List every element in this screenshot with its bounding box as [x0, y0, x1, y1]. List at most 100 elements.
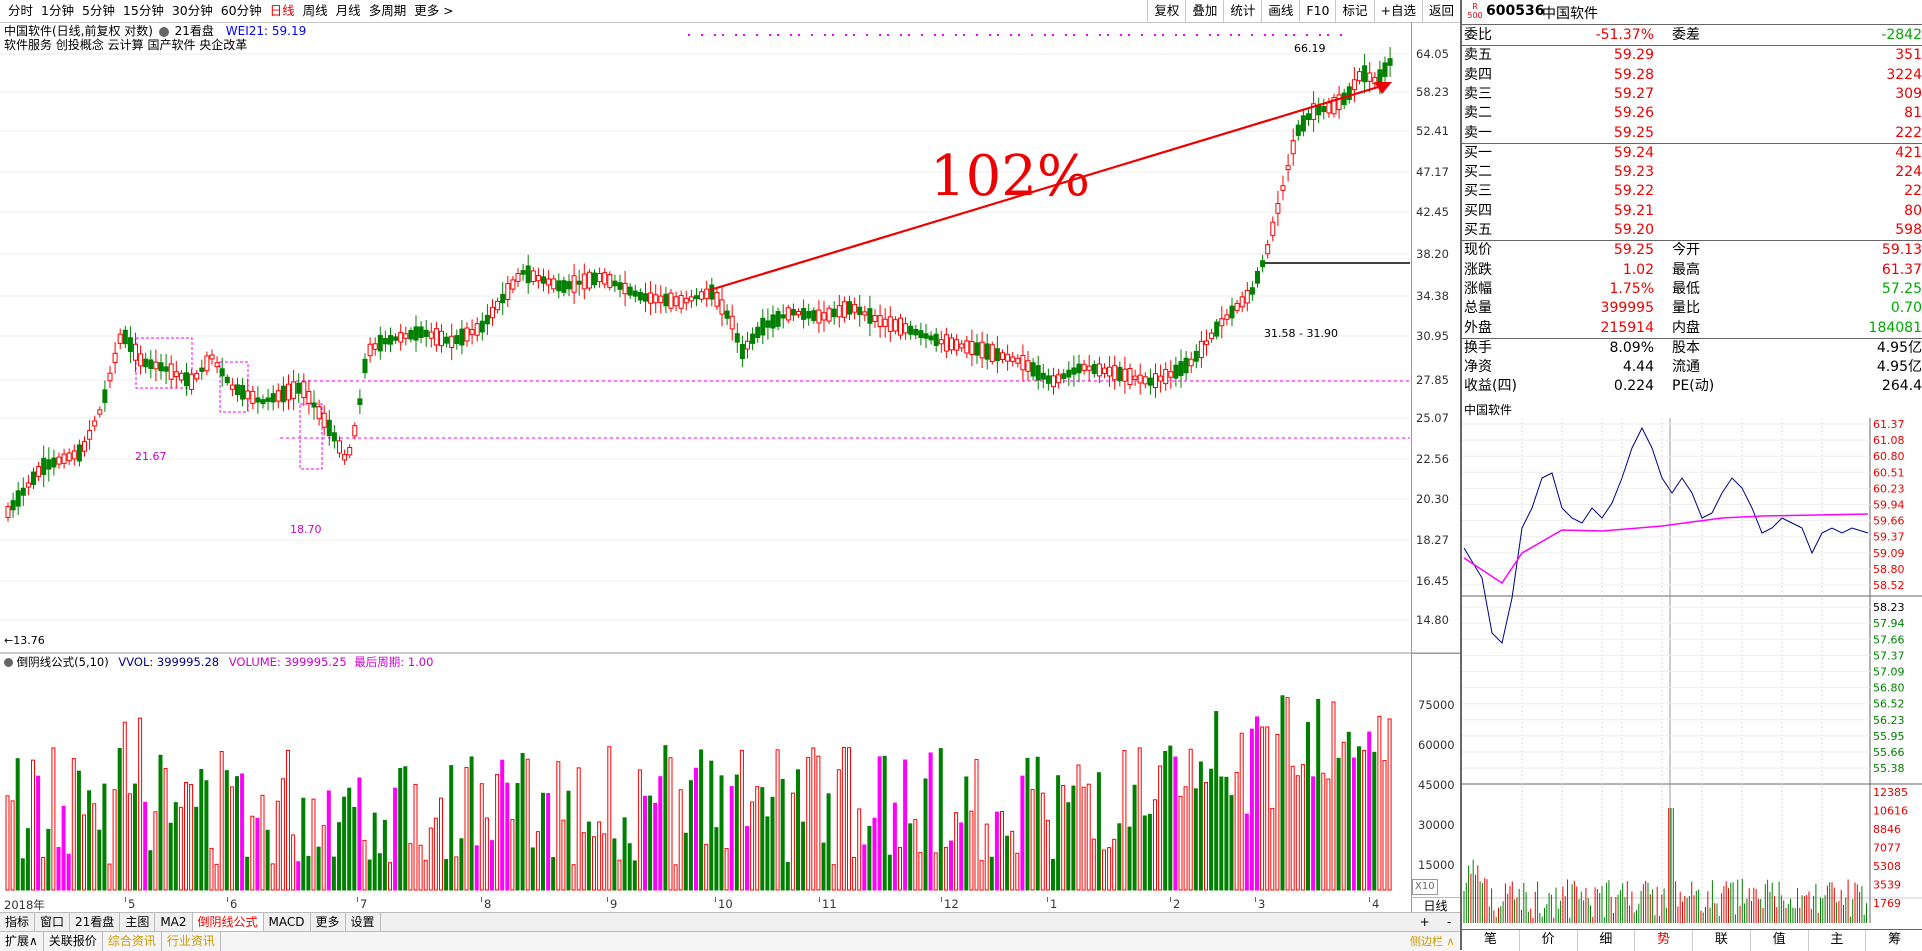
quote-row: 卖二 59.26 81 — [1462, 104, 1922, 123]
candle — [102, 389, 108, 403]
tool-button[interactable]: F10 — [1299, 0, 1335, 22]
intraday-price-tick: 56.80 — [1873, 682, 1905, 695]
volume-bar — [561, 819, 566, 891]
candle — [663, 293, 669, 307]
indicator-tab[interactable]: MACD — [264, 913, 311, 931]
candle — [382, 338, 388, 345]
indicator-tab[interactable]: 21看盘 — [70, 913, 121, 931]
candle — [556, 280, 562, 292]
right-tab[interactable]: 细 — [1578, 930, 1636, 951]
volume-bar — [1071, 785, 1076, 891]
candle — [1234, 302, 1240, 311]
candle — [801, 307, 807, 320]
quote-row: 买四 59.21 80 — [1462, 202, 1922, 221]
info-tab[interactable]: 扩展∧ — [0, 932, 44, 951]
period-tab[interactable]: 1分钟 — [37, 3, 78, 19]
volume-bar — [61, 805, 66, 891]
right-tab[interactable]: 势 — [1635, 930, 1693, 951]
right-tab[interactable]: 价 — [1520, 930, 1578, 951]
quote-row: 卖四 59.28 3224 — [1462, 66, 1922, 85]
period-tab[interactable]: 15分钟 — [119, 3, 168, 19]
candle — [112, 352, 118, 363]
info-tab[interactable]: 综合资讯 — [103, 932, 162, 951]
period-tab[interactable]: 周线 — [299, 3, 332, 19]
right-tab[interactable]: 筹 — [1866, 930, 1922, 951]
date-tick: 9 — [610, 897, 618, 911]
tool-button[interactable]: 标记 — [1335, 0, 1373, 22]
candle — [87, 430, 93, 440]
indicator-tab[interactable]: 更多 — [311, 913, 346, 931]
period-tab[interactable]: 60分钟 — [217, 3, 266, 19]
right-tab[interactable]: 值 — [1751, 930, 1809, 951]
right-tab[interactable]: 主 — [1809, 930, 1867, 951]
intraday-chart[interactable]: 61.37 61.08 60.80 60.51 60.23 59.94 59.66 59.37… — [1462, 418, 1922, 924]
tool-button[interactable]: 画线 — [1261, 0, 1299, 22]
candle — [484, 314, 490, 325]
kline-chart[interactable]: 中国软件(日线,前复权 对数) 21看盘 WEI21: 59.19 软件服务 创… — [0, 22, 1460, 912]
candle — [535, 275, 541, 282]
info-tab[interactable]: 关联报价 — [44, 932, 103, 951]
sidebar-toggle[interactable]: 侧边栏 ∧ — [1410, 931, 1460, 951]
order-volume: 222 — [1895, 124, 1922, 141]
quote-label: 股本 — [1672, 339, 1700, 356]
candle — [1188, 358, 1194, 367]
candle — [133, 343, 138, 361]
period-tab[interactable]: 更多 > — [410, 3, 457, 19]
date-tick-mark — [357, 897, 358, 902]
price-tick: 25.07 — [1416, 411, 1449, 425]
volume-bar — [852, 856, 857, 891]
indicator-tab[interactable]: 倒阴线公式 — [192, 913, 264, 931]
candle — [1209, 332, 1215, 340]
candle — [1362, 65, 1368, 83]
volume-bar — [821, 842, 826, 891]
period-tab[interactable]: 30分钟 — [168, 3, 217, 19]
tool-button[interactable]: 返回 — [1421, 0, 1460, 22]
period-tab[interactable]: 月线 — [332, 3, 365, 19]
volume-bar — [704, 843, 709, 891]
period-tab[interactable]: 多周期 — [365, 3, 411, 19]
info-tab[interactable]: 行业资讯 — [162, 932, 221, 951]
tool-button[interactable]: 统计 — [1223, 0, 1261, 22]
dropdown-icon[interactable] — [4, 658, 13, 667]
tool-button[interactable]: 复权 — [1147, 0, 1185, 22]
candle — [444, 336, 450, 344]
period-tab[interactable]: 5分钟 — [78, 3, 119, 19]
tool-button[interactable]: 叠加 — [1185, 0, 1223, 22]
candle — [1204, 340, 1209, 345]
indicator-tab[interactable]: MA2 — [155, 913, 193, 931]
candle — [831, 308, 837, 318]
volume-bar — [520, 753, 525, 891]
indicator-tab[interactable]: 设置 — [346, 913, 381, 931]
signal-dot — [989, 34, 991, 36]
candle — [1357, 71, 1362, 82]
right-tab[interactable]: 笔 — [1462, 930, 1520, 951]
volume-bar — [433, 817, 438, 891]
zoom-out-button[interactable]: - — [1447, 914, 1451, 930]
candle — [551, 278, 557, 290]
candle — [1193, 350, 1199, 362]
volume-bar — [474, 845, 479, 891]
indicator-tab[interactable]: 窗口 — [35, 913, 71, 931]
right-tab[interactable]: 联 — [1693, 930, 1751, 951]
indicator-tab[interactable]: 指标 — [0, 913, 36, 931]
price-tick: 42.45 — [1416, 205, 1449, 219]
period-tab[interactable]: 日线 — [266, 3, 299, 19]
signal-dot — [832, 34, 834, 36]
volume-bar — [515, 783, 520, 891]
zoom-in-button[interactable]: + — [1420, 914, 1430, 930]
quote-row: 卖三 59.27 309 — [1462, 85, 1922, 104]
corner-panel: 日线 + - — [1411, 897, 1460, 932]
intraday-price-tick: 58.23 — [1873, 601, 1905, 614]
tool-button[interactable]: +自选 — [1373, 0, 1422, 22]
dropdown-icon[interactable] — [158, 26, 169, 37]
candle — [964, 340, 970, 354]
period-tab[interactable]: 分时 — [4, 3, 37, 19]
volume-bar — [566, 790, 571, 891]
volume-bar — [255, 817, 260, 891]
volume-bar — [1367, 731, 1372, 891]
quote-value: 1.75% — [1609, 280, 1654, 297]
volume-bar — [1219, 776, 1224, 891]
volume-bar — [133, 783, 137, 891]
indicator-tab[interactable]: 主图 — [120, 913, 156, 931]
candle — [194, 372, 200, 380]
